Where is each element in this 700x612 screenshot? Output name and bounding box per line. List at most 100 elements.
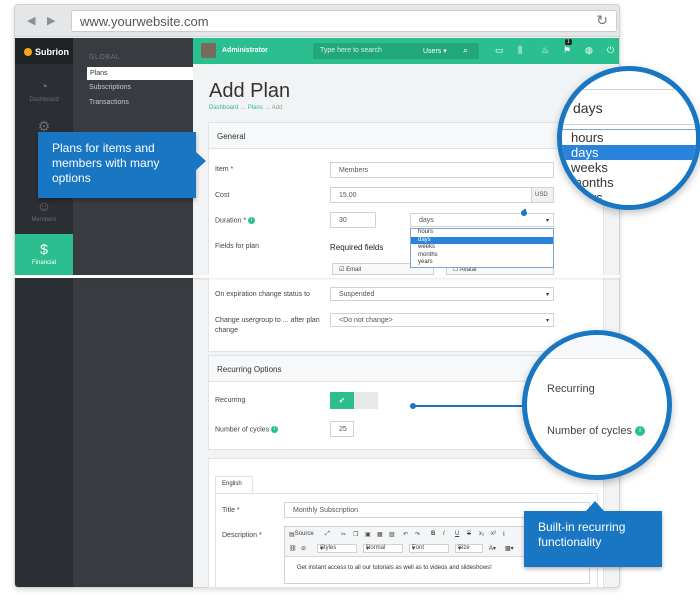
- cycles-input[interactable]: 25: [330, 421, 354, 437]
- recurring-callout: Built-in recurring functionality: [524, 511, 662, 567]
- breadcrumb-separator: →: [264, 105, 272, 111]
- expiration-status-select[interactable]: Suspended ▾: [330, 287, 554, 301]
- info-icon[interactable]: i: [248, 217, 256, 224]
- flag-icon[interactable]: ⚑: [563, 45, 571, 56]
- power-icon[interactable]: ⏻: [607, 45, 614, 56]
- strike-icon[interactable]: S: [467, 531, 471, 537]
- plans-callout-text: Plans for items and members with many op…: [52, 141, 160, 185]
- link-icon[interactable]: ⛓: [289, 545, 297, 552]
- subnav-item-transactions[interactable]: Transactions: [89, 99, 129, 106]
- breadcrumb-plans[interactable]: Plans: [248, 105, 263, 111]
- search-box[interactable]: Type here to search Users ▾ ⌕: [313, 43, 479, 59]
- reload-icon[interactable]: ↻: [596, 12, 608, 29]
- superscript-icon[interactable]: x²: [491, 531, 496, 537]
- item-input[interactable]: Members: [330, 162, 554, 178]
- search-input[interactable]: Type here to search: [320, 47, 382, 54]
- subnav-item-plans[interactable]: Plans: [87, 67, 193, 80]
- subnav-item-subscriptions[interactable]: Subscriptions: [89, 84, 131, 91]
- size-select[interactable]: Size ▾: [455, 544, 483, 553]
- sidebar-item-members[interactable]: ☺ Members: [15, 198, 73, 223]
- breadcrumb: Dashboard → Plans → Add: [209, 105, 282, 111]
- breadcrumb-dashboard[interactable]: Dashboard: [209, 105, 238, 111]
- screenshot-divider: [14, 275, 620, 278]
- page-title: Add Plan: [209, 80, 291, 102]
- search-scope-dropdown[interactable]: Users ▾: [423, 47, 447, 55]
- bg-color-icon[interactable]: ▩▾: [505, 545, 514, 552]
- font-label: Font: [412, 545, 425, 551]
- source-button[interactable]: ▤ Source: [289, 531, 314, 538]
- search-icon[interactable]: ⌕: [463, 45, 468, 56]
- font-select[interactable]: Font ▾: [409, 544, 449, 553]
- avatar[interactable]: [201, 43, 216, 58]
- back-icon[interactable]: ◀: [27, 14, 35, 27]
- duration-unit-dropdown[interactable]: hours days weeks months years: [410, 228, 554, 268]
- info-icon[interactable]: i: [271, 426, 279, 433]
- duration-unit-select[interactable]: days ▾: [410, 213, 554, 227]
- dropdown-option-days[interactable]: days: [411, 236, 553, 244]
- logo[interactable]: Subrion: [15, 38, 73, 64]
- connector-dot: [521, 210, 527, 216]
- undo-icon[interactable]: ↶: [403, 531, 408, 538]
- paste-text-icon[interactable]: ▦: [377, 531, 383, 538]
- cost-input[interactable]: 15.00 USD: [330, 187, 554, 203]
- expiration-value: Suspended: [339, 291, 375, 298]
- sidebar-item-financial[interactable]: $ Financial: [15, 234, 73, 278]
- magnified-cycles-text: Number of cycles: [547, 425, 632, 437]
- unlink-icon[interactable]: ⊘: [301, 545, 306, 552]
- subnav-group-title: GLOBAL: [89, 54, 121, 61]
- underline-icon[interactable]: U: [455, 531, 459, 537]
- duration-input[interactable]: 30: [330, 212, 376, 228]
- usergroup-label: Change usergroup to ... after plan chang…: [215, 317, 320, 334]
- caret-down-icon: ▾: [545, 292, 549, 298]
- styles-select[interactable]: Styles ▾: [317, 544, 357, 553]
- dollar-icon: $: [40, 241, 48, 257]
- monitor-icon[interactable]: ▭: [495, 45, 504, 56]
- forward-icon[interactable]: ▶: [47, 14, 55, 27]
- text-color-icon[interactable]: A▾: [489, 545, 496, 552]
- top-bar: Administrator Type here to search Users …: [193, 38, 619, 64]
- recurring-toggle[interactable]: ✔: [330, 392, 378, 409]
- currency-addon: USD: [531, 188, 553, 202]
- duration-unit-value: days: [419, 217, 434, 224]
- paste-icon[interactable]: ▣: [365, 531, 371, 538]
- dropdown-option-weeks[interactable]: weeks: [411, 244, 553, 252]
- subscript-icon[interactable]: x₂: [479, 531, 484, 537]
- dropdown-option-months[interactable]: months: [411, 252, 553, 260]
- italic-icon[interactable]: I: [443, 531, 445, 537]
- user-name[interactable]: Administrator: [222, 47, 268, 54]
- fire-icon[interactable]: ♨: [541, 45, 549, 56]
- user-icon: ☺: [36, 198, 52, 214]
- paste-word-icon[interactable]: ▧: [389, 531, 395, 538]
- cycles-label-text: Number of cycles: [215, 426, 270, 434]
- sidebar-label: Dashboard: [29, 97, 59, 103]
- sidebar-item-dashboard[interactable]: ◔ Dashboard: [15, 78, 73, 103]
- description-label: Description *: [222, 532, 262, 539]
- dropdown-option-hours[interactable]: hours: [411, 229, 553, 237]
- address-bar[interactable]: www.yourwebsite.com ↻: [71, 10, 617, 32]
- caret-down-icon: ▾: [545, 318, 549, 324]
- magnified-option-hours: hours: [571, 130, 604, 145]
- recurring-callout-text: Built-in recurring functionality: [538, 520, 626, 549]
- styles-label: Styles: [320, 545, 337, 551]
- magnified-option-weeks: weeks: [571, 160, 608, 175]
- bold-icon[interactable]: B: [431, 531, 435, 537]
- copy-icon[interactable]: ❐: [353, 531, 358, 538]
- dropdown-option-years[interactable]: years: [411, 259, 553, 267]
- expiration-label: On expiration change status to: [215, 291, 310, 298]
- tab-english[interactable]: English: [215, 476, 253, 493]
- logo-text: Subrion: [35, 47, 69, 57]
- sliders-icon[interactable]: ⫼: [518, 45, 522, 56]
- globe-icon[interactable]: ◍: [585, 45, 593, 56]
- duration-label: Duration * i: [215, 217, 256, 224]
- cost-value: 15.00: [339, 192, 357, 199]
- notification-badge: 1: [565, 39, 572, 45]
- checkbox-email-label: Email: [346, 267, 362, 273]
- dropdown-magnifier: days hours days weeks months years: [557, 66, 700, 210]
- redo-icon[interactable]: ↷: [415, 531, 420, 538]
- cut-icon[interactable]: ✂: [341, 531, 346, 538]
- dashboard-icon: ◔: [39, 78, 49, 94]
- clear-format-icon[interactable]: Ⅰ: [503, 531, 505, 538]
- format-select[interactable]: Normal ▾: [363, 544, 403, 553]
- usergroup-select[interactable]: <Do not change> ▾: [330, 313, 554, 327]
- maximize-icon[interactable]: ⤢: [325, 531, 330, 538]
